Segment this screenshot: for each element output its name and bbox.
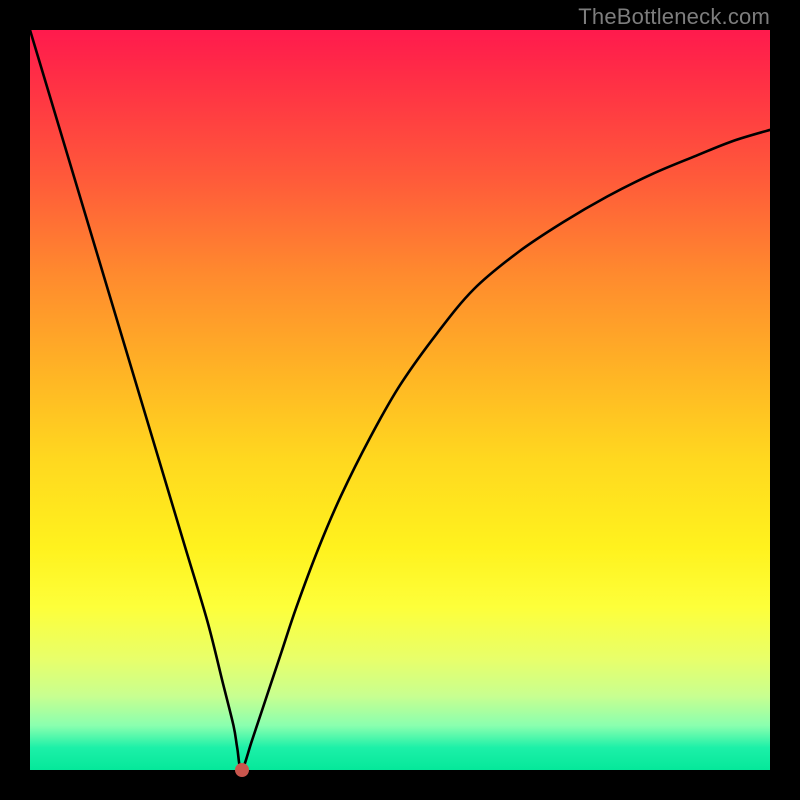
curve-layer bbox=[30, 30, 770, 770]
plot-area bbox=[30, 30, 770, 770]
watermark-text: TheBottleneck.com bbox=[578, 4, 770, 30]
chart-frame: TheBottleneck.com bbox=[0, 0, 800, 800]
optimum-marker bbox=[235, 763, 249, 777]
bottleneck-curve bbox=[30, 30, 770, 770]
